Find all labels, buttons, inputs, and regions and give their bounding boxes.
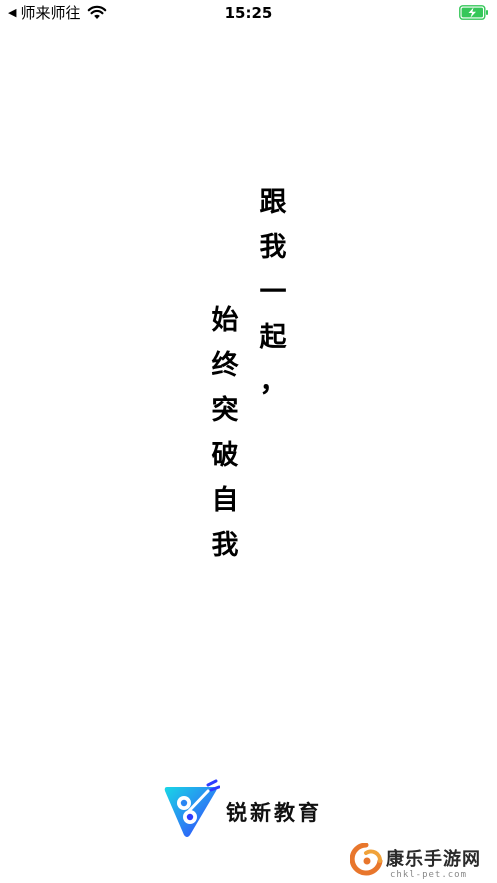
slogan-char: 终 [211,350,239,381]
slogan-char: ， [259,367,287,398]
slogan-char: 始 [211,305,239,336]
brand-mark-icon [164,779,220,837]
brand-logo: 锐新教育 [164,779,322,839]
slogan-left-column: 始 终 突 破 自 我 [209,306,241,576]
slogan-char: 起 [259,322,287,353]
watermark: 康乐手游网 chkl-pet.com [350,843,495,883]
brand-name: 锐新教育 [226,801,322,825]
watermark-title: 康乐手游网 [386,849,481,870]
slogan-right-column: 跟 我 一 起 ， [257,188,289,413]
battery-charging-icon [459,5,488,20]
slogan-char: 一 [259,277,287,308]
slogan-char: 突 [211,395,239,426]
slogan-char: 跟 [259,187,287,218]
status-time: 15:25 [224,4,273,22]
watermark-logo-icon [350,843,383,876]
slogan-char: 自 [211,485,239,516]
watermark-url: chkl-pet.com [390,870,468,880]
slogan-char: 破 [211,440,239,471]
slogan-char: 我 [259,232,287,263]
slogan-char: 我 [211,530,239,561]
status-bar: ◀ 师来师往 15:25 [0,0,497,28]
